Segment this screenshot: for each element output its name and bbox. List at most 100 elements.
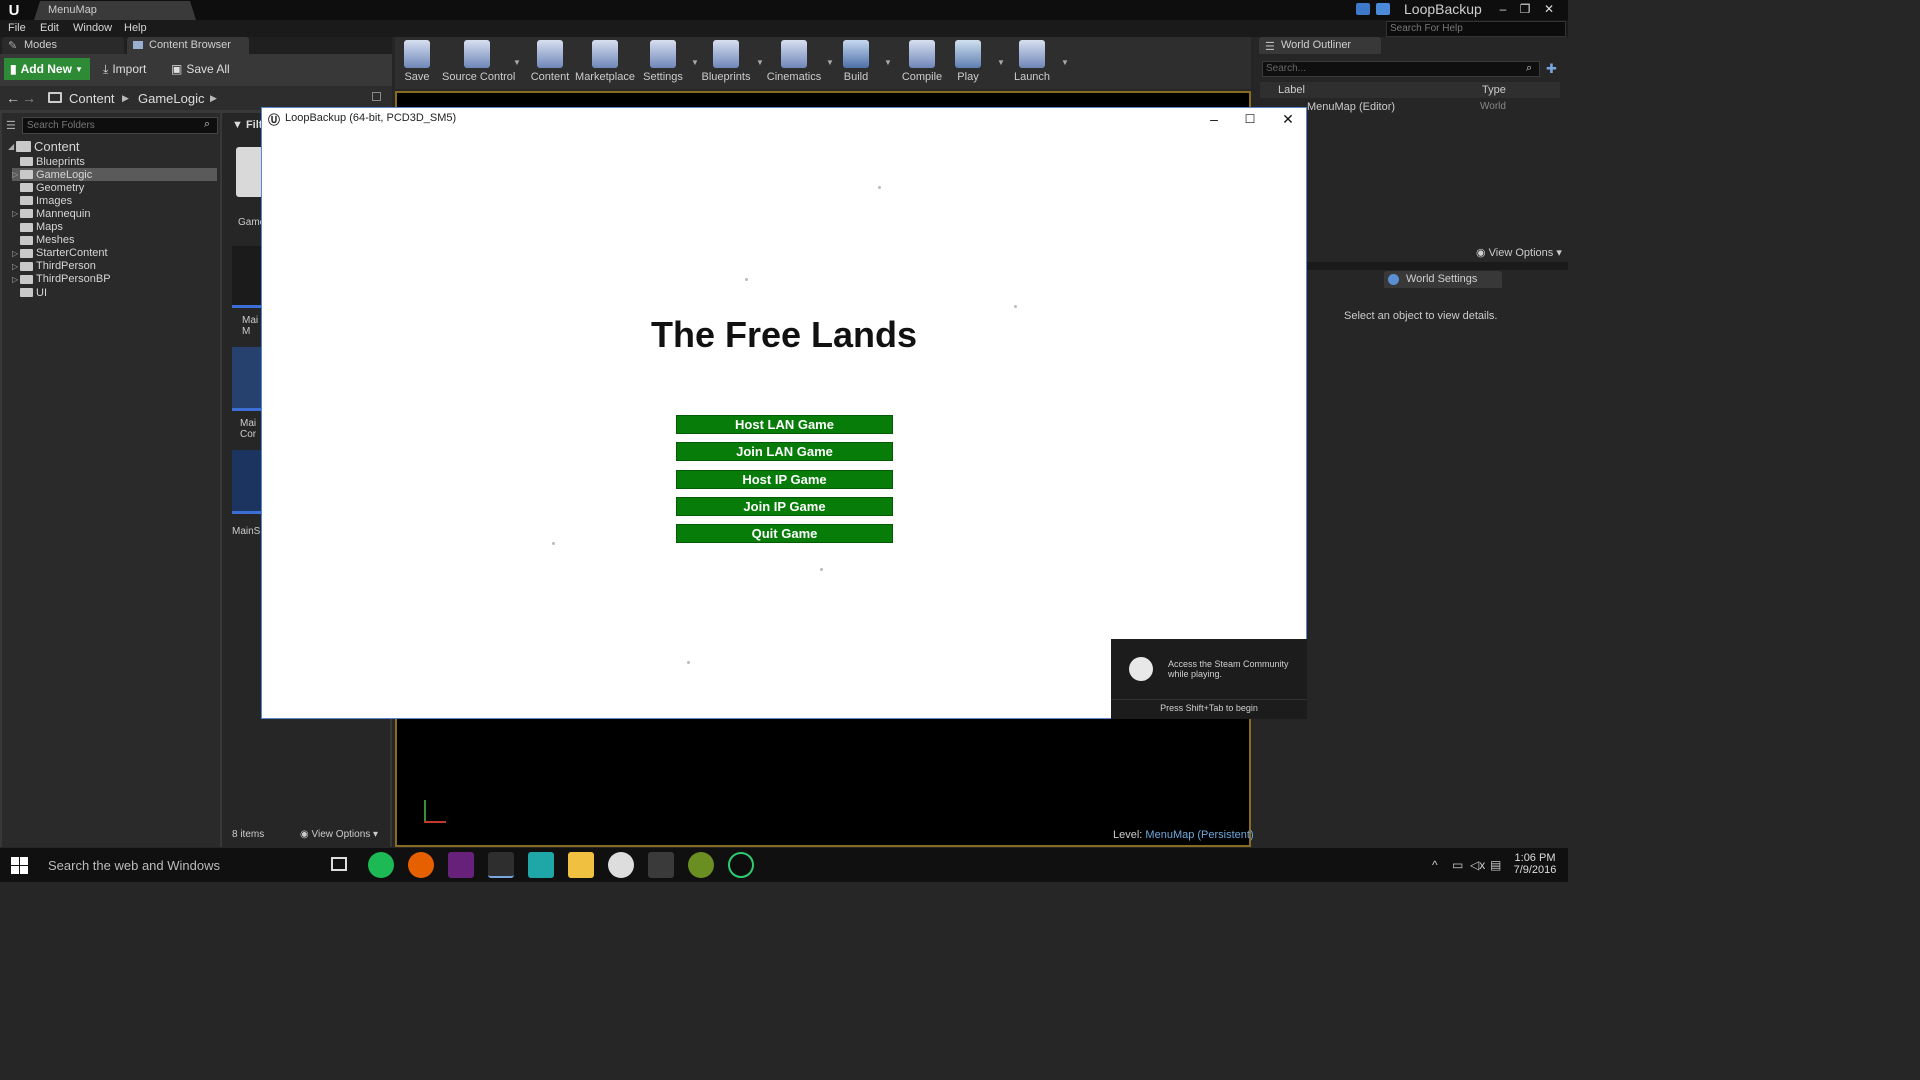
windows-start-icon[interactable] [11,857,28,874]
folder-root-label: Content [34,139,80,154]
join-ip-game-button[interactable]: Join IP Game [676,497,893,516]
toolbar-launch-dropdown-icon[interactable]: ▼ [1061,58,1069,67]
collections-toggle-icon[interactable]: ☰ [6,119,16,132]
menu-bar [0,20,1568,37]
folder-item-images[interactable]: Images [12,194,217,207]
filter-icon: ▼ [232,119,243,131]
folder-item-thirdpersonbp[interactable]: ▷ ThirdPersonBP [12,273,217,286]
menu-file[interactable]: File [8,22,26,34]
document-tab[interactable]: MenuMap [34,1,196,20]
app-refresh-icon[interactable] [728,852,754,878]
dust-particle [820,568,823,571]
chat-icon[interactable] [1356,3,1370,15]
expand-triangle-icon[interactable]: ▷ [12,249,20,258]
eye-icon: ◉ [1476,247,1486,259]
breadcrumb-more-icon[interactable]: ▶ [210,93,217,104]
firefox-icon[interactable] [408,852,434,878]
folder-root-content[interactable]: ◢ Content [8,139,80,154]
toolbar-build-label: Build [843,71,869,83]
task-view-icon[interactable] [331,857,347,871]
toolbar-source-control-button[interactable]: Source Control [442,40,515,86]
folder-item-startercontent[interactable]: ▷ StarterContent [12,247,217,260]
file-explorer-icon[interactable] [568,852,594,878]
close-icon[interactable]: ✕ [1538,0,1560,18]
outliner-col-label[interactable]: Label [1278,84,1305,96]
taskbar-search[interactable]: Search the web and Windows [48,858,220,873]
outliner-search-input[interactable]: Search... [1262,61,1540,77]
host-lan-game-button[interactable]: Host LAN Game [676,415,893,434]
toolbar-content-button[interactable]: Content [523,40,577,86]
folder-item-gamelogic[interactable]: ▷ GameLogic [12,168,217,182]
folder-item-meshes[interactable]: Meshes [12,234,217,247]
settings-gear-icon[interactable] [608,852,634,878]
help-search-input[interactable]: Search For Help [1386,21,1566,37]
game-close-icon[interactable]: ✕ [1270,108,1306,130]
toolbar-blueprints-button[interactable]: Blueprints [697,40,755,86]
steam-overlay-notification[interactable]: Access the Steam Community while playing… [1111,639,1307,719]
app-tree-icon[interactable] [688,852,714,878]
restore-icon[interactable]: ❐ [1514,0,1536,18]
tab-world-settings[interactable]: World Settings [1384,271,1502,288]
view-options-button[interactable]: ◉ View Options ▾ [300,829,378,840]
folder-item-blueprints[interactable]: Blueprints [12,155,217,168]
add-new-button[interactable]: ▮ Add New ▼ [4,58,90,80]
app-3-icon[interactable] [528,852,554,878]
tray-chevron-icon[interactable]: ^ [1432,858,1438,872]
toolbar-save-button[interactable]: Save [400,40,434,86]
toolbar-marketplace-button[interactable]: Marketplace [575,40,635,86]
menu-help[interactable]: Help [124,22,147,34]
toolbar-cinematics-button[interactable]: Cinematics [763,40,825,86]
expand-triangle-icon[interactable]: ▷ [12,209,20,218]
expand-triangle-icon[interactable]: ▷ [12,275,20,284]
menu-window[interactable]: Window [73,22,112,34]
tab-world-outliner[interactable]: ☰ World Outliner [1259,37,1381,54]
toolbar-play-button[interactable]: Play [940,40,996,86]
notifications-icon[interactable] [1376,3,1390,15]
outliner-col-type[interactable]: Type [1482,84,1506,96]
breadcrumb-content[interactable]: Content [69,91,115,106]
expand-triangle-icon[interactable]: ▷ [12,262,20,271]
folder-icon [20,248,33,258]
save-all-button[interactable]: ▣ Save All [171,58,230,80]
toolbar-build-dropdown-icon[interactable]: ▼ [884,58,892,67]
breadcrumb-gamelogic[interactable]: GameLogic [138,91,204,106]
back-arrow-icon[interactable]: ← [6,90,20,106]
tab-modes[interactable]: ✎ Modes [2,37,124,54]
menu-edit[interactable]: Edit [40,22,59,34]
outliner-row-label[interactable]: MenuMap (Editor) [1307,101,1395,113]
quit-game-button[interactable]: Quit Game [676,524,893,543]
epic-launcher-icon[interactable] [648,852,674,878]
outliner-add-icon[interactable]: ✚ [1546,61,1557,77]
spotify-icon[interactable] [368,852,394,878]
expand-triangle-icon[interactable]: ▷ [12,170,20,179]
search-folders-input[interactable]: Search Folders [22,117,218,134]
game-maximize-icon[interactable]: ☐ [1232,108,1268,130]
game-minimize-icon[interactable]: – [1196,108,1232,130]
toolbar-source-control-dropdown-icon[interactable]: ▼ [513,58,521,67]
visual-studio-icon[interactable] [448,852,474,878]
folder-item-mannequin[interactable]: ▷ Mannequin [12,207,217,220]
outliner-view-options-button[interactable]: ◉ View Options ▾ [1476,246,1562,259]
toolbar-build-button[interactable]: Build [829,40,883,86]
folder-item-geometry[interactable]: Geometry [12,181,217,194]
join-lan-game-button[interactable]: Join LAN Game [676,442,893,461]
folder-item-ui[interactable]: UI [12,286,217,299]
clock[interactable]: 1:06 PM 7/9/2016 [1510,852,1560,876]
folder-icon [20,170,33,180]
forward-arrow-icon[interactable]: → [22,90,36,106]
volume-muted-icon[interactable]: ◁x [1470,858,1485,872]
blueprints-icon [713,40,739,68]
toolbar-launch-button[interactable]: Launch [1004,40,1060,86]
folder-item-thirdperson[interactable]: ▷ ThirdPerson [12,260,217,273]
lock-icon[interactable] [372,92,381,101]
host-ip-game-button[interactable]: Host IP Game [676,470,893,489]
folder-item-maps[interactable]: Maps [12,221,217,234]
toolbar-settings-button[interactable]: Settings [636,40,690,86]
minimize-icon[interactable]: – [1492,0,1514,18]
unreal-engine-icon[interactable] [488,852,514,878]
action-center-icon[interactable]: ▤ [1490,858,1501,872]
tab-content-browser[interactable]: Content Browser [127,37,249,54]
axis-z-icon [424,800,426,822]
import-button[interactable]: ⤓ Import [103,58,146,80]
network-icon[interactable]: ▭ [1452,858,1463,872]
